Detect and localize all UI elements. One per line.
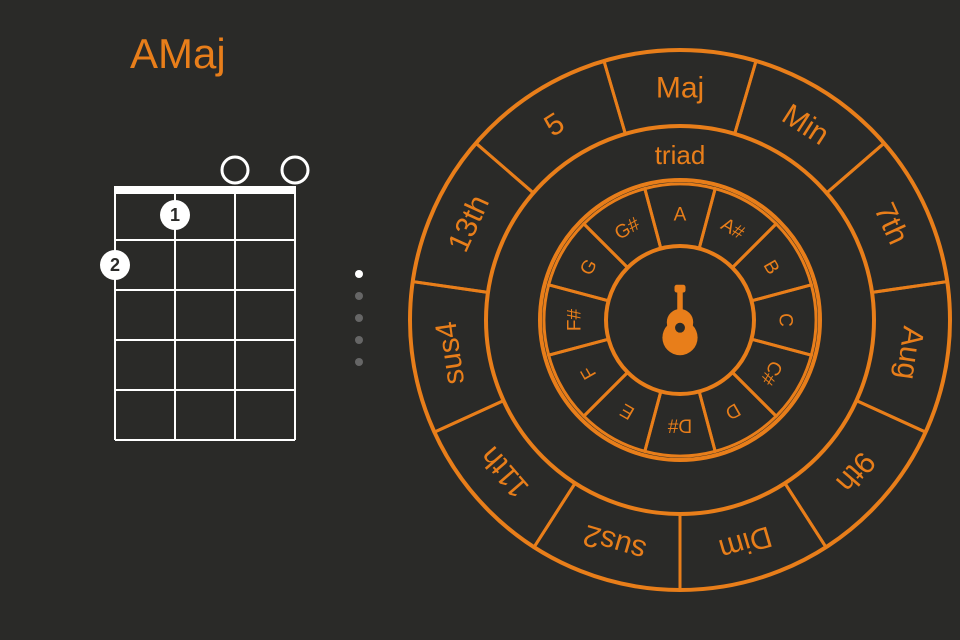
chord-type-label: 13th xyxy=(442,190,496,257)
chord-wheel: Maj Min 7th Aug 9th Dim sus2 11th sus4 13th 5 triad… xyxy=(400,40,960,600)
chord-type-label: Dim xyxy=(715,519,775,566)
variation-pager xyxy=(355,270,363,366)
chord-type-label: Maj xyxy=(656,72,704,105)
chord-type-label: sus2 xyxy=(580,518,650,568)
chord-type-label: 5 xyxy=(539,106,571,143)
pager-dot[interactable] xyxy=(355,358,363,366)
chord-type-label: Aug xyxy=(890,324,930,382)
chord-type-label: Min xyxy=(776,98,835,152)
pager-dot[interactable] xyxy=(355,314,363,322)
note-label: C xyxy=(775,313,796,327)
open-string-marker xyxy=(222,157,248,183)
note-label: A xyxy=(674,205,687,226)
note-label: G# xyxy=(611,213,644,244)
note-label: D# xyxy=(667,415,692,436)
open-string-marker xyxy=(282,157,308,183)
note-label: G xyxy=(576,256,602,279)
pager-dot[interactable] xyxy=(355,336,363,344)
ukulele-icon[interactable] xyxy=(662,285,697,355)
note-label: A# xyxy=(717,214,748,244)
chord-name: AMaj xyxy=(130,30,226,78)
note-label: B xyxy=(759,257,784,278)
note-label: F xyxy=(577,362,601,383)
chord-type-label: 9th xyxy=(829,445,881,498)
chord-type-label: 11th xyxy=(474,440,536,504)
finger-number: 2 xyxy=(110,255,120,275)
chord-variant-label[interactable]: triad xyxy=(655,140,706,170)
pager-dot[interactable] xyxy=(355,292,363,300)
chord-type-label: sus4 xyxy=(430,319,472,386)
finger-number: 1 xyxy=(170,205,180,225)
chord-type-label: 7th xyxy=(867,198,914,250)
pager-dot[interactable] xyxy=(355,270,363,278)
note-label: C# xyxy=(756,357,787,389)
note-label: E xyxy=(617,399,638,424)
note-label: F# xyxy=(565,308,586,331)
chord-diagram: 1 2 xyxy=(85,150,315,460)
note-label: D xyxy=(721,398,743,423)
